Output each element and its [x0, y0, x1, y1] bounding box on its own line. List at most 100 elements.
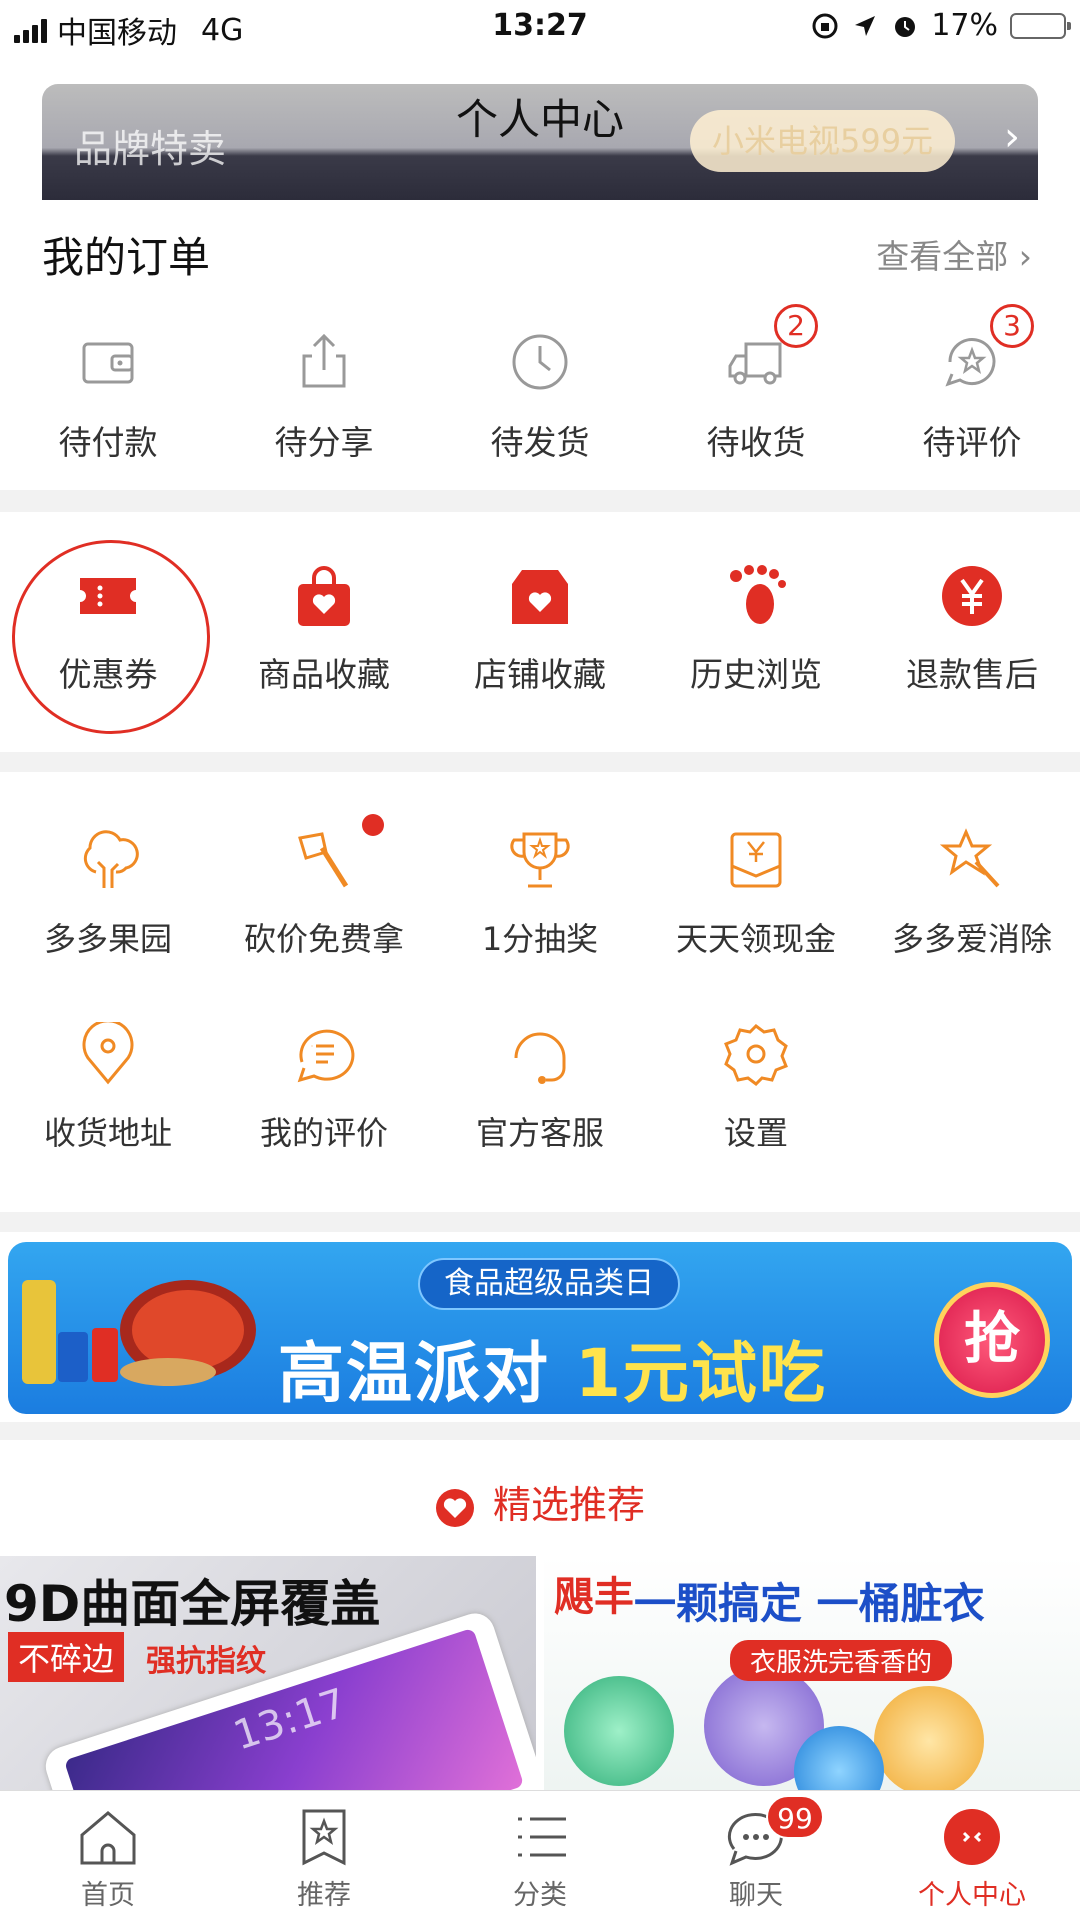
battery-icon — [1010, 12, 1071, 39]
pod-image — [564, 1676, 674, 1786]
function-label: 退款售后 — [906, 655, 1038, 694]
orchard-entry[interactable]: 多多果园 — [0, 828, 216, 1018]
browse-history-entry[interactable]: 历史浏览 — [648, 564, 864, 696]
product-tag: 不碎边 — [8, 1632, 125, 1682]
favorite-goods-entry[interactable]: 商品收藏 — [216, 564, 432, 696]
status-bar: 中国移动 4G 13:27 17% — [0, 0, 1080, 56]
view-all-label: 查看全部 — [876, 237, 1009, 276]
shop-heart-icon — [512, 570, 568, 624]
rotation-lock-icon — [812, 13, 838, 38]
banner-headline-a: 高温派对 — [278, 1335, 575, 1412]
refund-aftersale-entry[interactable]: 退款售后 — [864, 564, 1080, 696]
product-card[interactable]: 飓丰 一颗搞定 一桶脏衣 衣服洗完香香的 — [544, 1556, 1080, 1790]
order-pending-payment[interactable]: 待付款 — [0, 330, 216, 464]
tab-profile[interactable]: 个人中心 — [864, 1791, 1080, 1920]
promo-banner[interactable]: 食品超级品类日 高温派对 1元试吃 抢 — [0, 1232, 1080, 1422]
tab-categories[interactable]: 分类 — [432, 1791, 648, 1920]
bag-heart-icon — [298, 566, 350, 626]
product-headline: 9D曲面全屏覆盖 — [4, 1575, 381, 1633]
list-icon — [518, 1817, 566, 1857]
tab-chat[interactable]: 99 聊天 — [648, 1791, 864, 1920]
location-arrow-icon — [855, 15, 876, 36]
tree-icon — [83, 830, 139, 888]
bargain-entry[interactable]: 砍价免费拿 — [216, 814, 432, 1018]
tab-label: 分类 — [513, 1880, 567, 1911]
orders-title: 我的订单 — [42, 233, 211, 282]
tool-label: 天天领现金 — [675, 920, 836, 958]
yuan-icon — [942, 566, 1002, 626]
recommend-title: 精选推荐 — [492, 1483, 645, 1527]
order-pending-receive[interactable]: 2 待收货 — [648, 304, 864, 464]
unread-count-badge: 99 — [766, 1795, 824, 1839]
chevron-right-icon: › — [1018, 237, 1032, 276]
order-pending-review[interactable]: 3 待评价 — [864, 304, 1080, 464]
tab-home[interactable]: 首页 — [0, 1791, 216, 1920]
order-label: 待分享 — [274, 423, 374, 462]
tools-row-1: 多多果园 砍价免费拿 1分抽奖 天天领现金 多多爱消除 — [0, 814, 1080, 1018]
address-entry[interactable]: 收货地址 — [0, 1022, 216, 1212]
tool-label: 多多果园 — [43, 920, 172, 958]
notification-dot — [362, 814, 384, 836]
clock-icon — [512, 334, 568, 390]
functions-row: 优惠券 商品收藏 店铺收藏 历史浏览 退款售后 — [0, 564, 1080, 696]
order-pending-share[interactable]: 待分享 — [216, 330, 432, 464]
match-game-entry[interactable]: 多多爱消除 — [864, 828, 1080, 1018]
tab-label: 聊天 — [729, 1880, 783, 1911]
chevron-right-icon[interactable]: › — [1004, 114, 1020, 160]
star-wand-icon — [940, 828, 1000, 888]
promo-chip[interactable]: 小米电视599元 — [690, 110, 956, 172]
grab-button[interactable]: 抢 — [934, 1282, 1050, 1398]
view-all-orders-link[interactable]: 查看全部 › — [876, 230, 1032, 278]
order-status-row: 待付款 待分享 待发货 2 待收货 3 待评价 — [0, 304, 1080, 464]
tools-row-2: 收货地址 我的评价 官方客服 设置 — [0, 1022, 1080, 1212]
banner-headline-b: 1元试吃 — [574, 1335, 827, 1412]
function-label: 商品收藏 — [258, 655, 390, 694]
order-pending-ship[interactable]: 待发货 — [432, 330, 648, 464]
favorite-shops-entry[interactable]: 店铺收藏 — [432, 564, 648, 696]
function-label: 历史浏览 — [690, 655, 822, 694]
order-label: 待评价 — [922, 423, 1022, 462]
recommend-header: 精选推荐 — [0, 1440, 1080, 1556]
wallet-icon — [82, 342, 134, 384]
product-brand: 飓丰 — [554, 1574, 634, 1620]
banner-headline: 高温派对 1元试吃 — [278, 1320, 827, 1414]
order-label: 待发货 — [490, 423, 590, 462]
product-card[interactable]: 13:17 9D曲面全屏覆盖 不碎边 强抗指纹 — [0, 1556, 536, 1790]
tool-label: 多多爱消除 — [891, 920, 1052, 958]
tab-recommend[interactable]: 推荐 — [216, 1791, 432, 1920]
product-subtitle: 衣服洗完香香的 — [730, 1640, 953, 1681]
tool-label: 收货地址 — [43, 1114, 172, 1152]
tool-label: 设置 — [723, 1114, 788, 1152]
my-reviews-entry[interactable]: 我的评价 — [216, 1022, 432, 1212]
pod-image — [874, 1686, 984, 1790]
coupon-icon — [80, 578, 136, 614]
page: 中国移动 4G 13:27 17% 品牌特卖 个人中心 小米电视599元 › 我… — [0, 0, 1080, 1920]
function-label: 优惠券 — [58, 655, 158, 694]
orders-section: 我的订单 查看全部 › 待付款 待分享 待发货 2 待收货 3 待评价 — [0, 200, 1080, 490]
product-tag-secondary: 强抗指纹 — [146, 1644, 266, 1679]
tab-label: 首页 — [81, 1880, 135, 1911]
cash-envelope-icon — [730, 832, 782, 888]
comment-icon — [297, 1029, 355, 1083]
order-label: 待付款 — [58, 423, 158, 462]
recommend-title-row: 精选推荐 — [0, 1474, 1080, 1529]
tab-label: 个人中心 — [918, 1880, 1026, 1911]
favorites-section: 优惠券 商品收藏 店铺收藏 历史浏览 退款售后 — [0, 512, 1080, 752]
gear-icon — [724, 1024, 788, 1086]
alarm-icon — [895, 16, 916, 37]
share-icon — [302, 333, 346, 388]
tab-label: 推荐 — [297, 1880, 351, 1911]
axe-icon — [298, 832, 349, 888]
coupons-entry[interactable]: 优惠券 — [0, 564, 216, 696]
daily-cash-entry[interactable]: 天天领现金 — [648, 828, 864, 1018]
star-bookmark-icon — [302, 1809, 346, 1866]
lottery-entry[interactable]: 1分抽奖 — [432, 828, 648, 1018]
settings-entry[interactable]: 设置 — [648, 1022, 864, 1212]
customer-service-entry[interactable]: 官方客服 — [432, 1022, 648, 1212]
screen-time: 13:17 — [228, 1680, 352, 1760]
function-label: 店铺收藏 — [474, 655, 606, 694]
headset-icon — [514, 1032, 566, 1084]
bottom-tab-bar: 首页 推荐 分类 99 聊天 个人中心 — [0, 1790, 1080, 1920]
tool-label: 1分抽奖 — [481, 920, 599, 958]
tool-label: 砍价免费拿 — [243, 920, 404, 958]
